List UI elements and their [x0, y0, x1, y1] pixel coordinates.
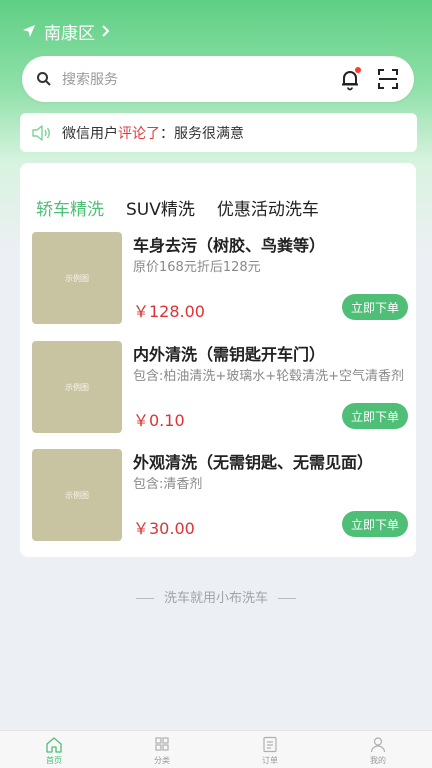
service-price: ￥128.00	[133, 302, 205, 321]
footer-slogan: 洗车就用小布洗车	[0, 587, 432, 606]
tab-promotion[interactable]: 优惠活动洗车	[217, 195, 319, 220]
home-icon	[46, 737, 62, 753]
tabbar-profile[interactable]: 我的	[324, 731, 432, 768]
order-button[interactable]: 立即下单	[342, 294, 408, 320]
notice-bar[interactable]: 微信用户 评论了 ：服务很满意	[20, 113, 417, 152]
service-title: 车身去污（树胶、鸟粪等）	[133, 236, 326, 255]
tabbar-orders-label: 订单	[262, 756, 278, 765]
category-tabs: 轿车精洗 SUV精洗 优惠活动洗车	[36, 195, 319, 220]
user-icon	[370, 737, 386, 753]
service-thumbnail: 示例图	[32, 232, 122, 324]
service-card[interactable]: 示例图 外观清洗（无需钥匙、无需见面） 包含:清香剂 ￥30.00 立即下单	[32, 449, 408, 541]
search-placeholder[interactable]: 搜索服务	[62, 69, 338, 89]
service-desc: 原价168元折后128元	[133, 260, 261, 275]
notice-action: 评论了	[118, 125, 160, 142]
navigation-arrow-icon	[23, 25, 35, 37]
service-title: 内外清洗（需钥匙开车门）	[133, 345, 326, 364]
location-selector[interactable]: 南康区	[22, 18, 110, 44]
service-card[interactable]: 示例图 内外清洗（需钥匙开车门） 包含:柏油清洗+玻璃水+轮毂清洗+空气清香剂 …	[32, 341, 408, 433]
service-card[interactable]: 示例图 车身去污（树胶、鸟粪等） 原价168元折后128元 ￥128.00 立即…	[32, 232, 408, 324]
scan-icon[interactable]	[376, 67, 400, 91]
location-label: 南康区	[44, 23, 95, 44]
order-button[interactable]: 立即下单	[342, 511, 408, 537]
service-price: ￥0.10	[133, 411, 185, 430]
tab-sedan[interactable]: 轿车精洗	[36, 195, 104, 220]
bottom-tabbar: 首页 分类 订单 我的	[0, 730, 432, 768]
thumbnail-label: 示例图	[65, 382, 89, 392]
tabbar-home-label: 首页	[46, 756, 62, 765]
tabbar-category[interactable]: 分类	[108, 731, 216, 768]
service-desc: 包含:柏油清洗+玻璃水+轮毂清洗+空气清香剂	[133, 369, 405, 384]
notification-badge	[355, 67, 361, 73]
tabbar-home[interactable]: 首页	[0, 731, 108, 768]
footer-slogan-text: 洗车就用小布洗车	[163, 591, 268, 606]
service-thumbnail: 示例图	[32, 449, 122, 541]
chevron-right-icon	[102, 25, 110, 37]
thumbnail-label: 示例图	[65, 490, 89, 500]
service-desc: 包含:清香剂	[133, 477, 203, 492]
notification-button[interactable]	[338, 67, 362, 91]
order-list-icon	[263, 736, 277, 753]
service-title: 外观清洗（无需钥匙、无需见面）	[133, 453, 374, 472]
thumbnail-label: 示例图	[65, 273, 89, 283]
order-button[interactable]: 立即下单	[342, 403, 408, 429]
divider	[278, 598, 296, 599]
divider	[135, 598, 154, 599]
service-price: ￥30.00	[133, 519, 195, 538]
notice-content: ：服务很满意	[160, 125, 244, 142]
tabbar-profile-label: 我的	[370, 756, 386, 765]
notice-user: 微信用户	[62, 125, 118, 142]
service-thumbnail: 示例图	[32, 341, 122, 433]
grid-icon	[155, 737, 169, 751]
service-panel: 轿车精洗 SUV精洗 优惠活动洗车 示例图 车身去污（树胶、鸟粪等） 原价168…	[20, 163, 416, 557]
tab-suv[interactable]: SUV精洗	[126, 195, 195, 220]
search-icon	[37, 72, 51, 86]
tabbar-orders[interactable]: 订单	[216, 731, 324, 768]
tabbar-category-label: 分类	[154, 756, 170, 765]
speaker-icon	[32, 124, 50, 141]
search-bar[interactable]: 搜索服务	[22, 56, 414, 102]
